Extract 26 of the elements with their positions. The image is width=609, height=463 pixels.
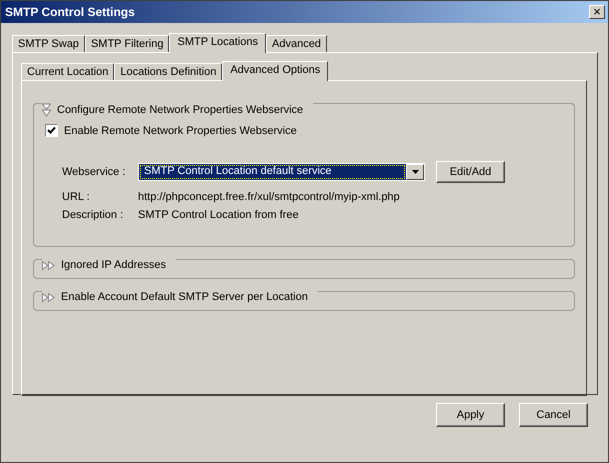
window-title: SMTP Control Settings bbox=[5, 5, 135, 19]
tab[interactable]: Advanced bbox=[266, 35, 327, 52]
webservice-dropdown[interactable]: SMTP Control Location default service bbox=[138, 163, 425, 181]
edit-add-button[interactable]: Edit/Add bbox=[436, 161, 505, 183]
close-button[interactable]: × bbox=[589, 5, 605, 19]
checkbox[interactable] bbox=[45, 124, 58, 137]
field-label: Description : bbox=[62, 208, 124, 223]
dialog-button[interactable]: Apply bbox=[436, 403, 505, 427]
group-title: Configure Remote Network Properties Webservice bbox=[57, 104, 304, 116]
field-label: Webservice : bbox=[62, 166, 126, 178]
expand-icon[interactable] bbox=[42, 260, 55, 270]
collapse-icon[interactable] bbox=[42, 103, 51, 117]
field-value: http://phpconcept.free.fr/xul/smtpcontrol/myip-xml.php bbox=[138, 190, 400, 205]
tab[interactable]: Advanced Options bbox=[222, 61, 328, 81]
field-value: SMTP Control Location from free bbox=[138, 208, 299, 223]
tab[interactable]: SMTP Filtering bbox=[84, 35, 170, 52]
tab[interactable]: Current Location bbox=[21, 63, 114, 80]
field-label: URL : bbox=[62, 190, 91, 205]
tab[interactable]: SMTP Locations bbox=[169, 33, 266, 53]
group-title: Ignored IP Addresses bbox=[61, 259, 166, 271]
expand-icon[interactable] bbox=[42, 292, 55, 302]
tab[interactable]: Locations Definition bbox=[114, 63, 222, 80]
group-title: Enable Account Default SMTP Server per Location bbox=[61, 291, 308, 303]
dialog-button[interactable]: Cancel bbox=[519, 403, 588, 427]
checkbox-label: Enable Remote Network Properties Webservice bbox=[64, 124, 297, 136]
tab[interactable]: SMTP Swap bbox=[12, 35, 85, 52]
